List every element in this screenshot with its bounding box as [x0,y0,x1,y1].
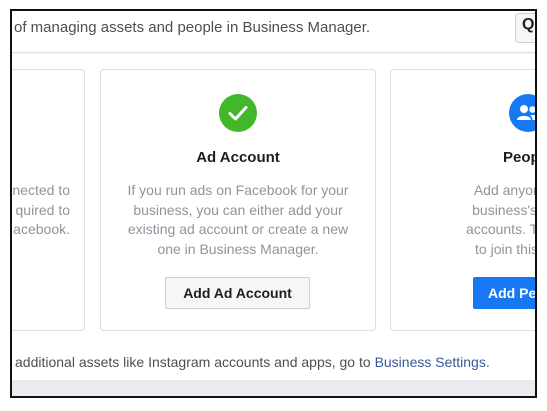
screenshot-frame: of managing assets and people in Busines… [10,9,537,398]
add-people-button[interactable]: Add Pe [473,277,535,309]
search-icon: Q [522,16,535,33]
add-ad-account-button[interactable]: Add Ad Account [165,277,310,309]
card-people-description: Add anyone who business's Faceb accounts… [466,182,537,257]
setup-cards-section: nected to quired to acebook. Ad Account … [12,54,535,380]
banner-text: of managing assets and people in Busines… [14,19,371,36]
people-icon [509,94,535,132]
footer-note: additional assets like Instagram account… [15,354,490,370]
card-left-description: nected to quired to acebook. [12,182,70,237]
search-button[interactable]: Q [515,13,535,43]
card-people-title: Peop [503,149,537,166]
business-settings-link[interactable]: Business Settings [375,354,486,370]
bottom-strip [12,380,535,396]
card-partial-left: nected to quired to acebook. [12,69,85,331]
top-banner: of managing assets and people in Busines… [12,11,535,53]
check-icon [219,94,257,132]
card-people: Peop Add anyone who business's Faceb acc… [390,69,537,331]
card-ad-account: Ad Account If you run ads on Facebook fo… [100,69,376,331]
card-ad-description: If you run ads on Facebook for your busi… [127,182,349,257]
card-ad-title: Ad Account [196,149,280,166]
